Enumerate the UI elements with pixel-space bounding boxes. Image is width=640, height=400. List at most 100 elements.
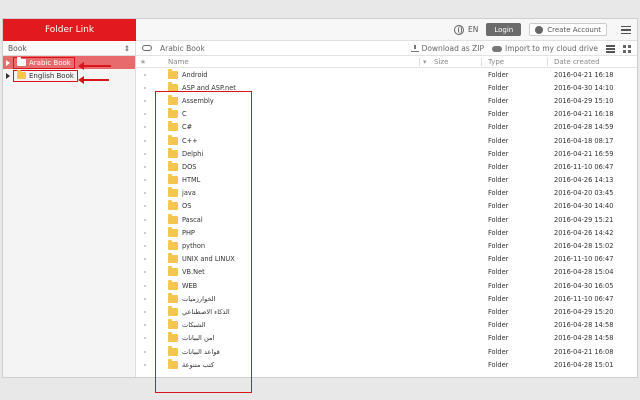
table-row[interactable]: VB.Net Folder 2016-04-28 15:04 (136, 266, 637, 279)
table-row[interactable]: الشبكات Folder 2016-04-28 14:58 (136, 319, 637, 332)
star-dot-icon[interactable] (144, 337, 146, 340)
table-row[interactable]: Delphi Folder 2016-04-21 16:59 (136, 147, 637, 160)
sort-arrow-icon[interactable]: ▾ (423, 58, 427, 66)
star-dot-icon[interactable] (144, 284, 146, 287)
star-dot-icon[interactable] (144, 297, 146, 300)
table-row[interactable]: C++ Folder 2016-04-18 08:17 (136, 134, 637, 147)
table-row[interactable]: الذكاء الاصطناعي Folder 2016-04-29 15:20 (136, 305, 637, 318)
folder-icon (168, 358, 178, 369)
star-dot-icon[interactable] (144, 99, 146, 102)
table-row[interactable]: DOS Folder 2016-11-10 06:47 (136, 160, 637, 173)
star-dot-icon[interactable] (144, 324, 146, 327)
list-view-icon[interactable] (606, 44, 615, 53)
star-dot-icon[interactable] (144, 245, 146, 248)
sidebar-item-english-book[interactable]: English Book (3, 69, 135, 82)
sidebar-item-arabic-book[interactable]: Arabic Book (3, 56, 135, 69)
star-dot-icon[interactable] (144, 218, 146, 221)
table-row[interactable]: ASP and ASP.net Folder 2016-04-30 14:10 (136, 81, 637, 94)
download-label: Download as ZIP (421, 44, 484, 53)
sidebar-select[interactable]: Book ⇕ (3, 41, 135, 56)
app-window: Folder Link EN Login Create Account Book… (0, 0, 640, 400)
table-row[interactable]: Android Folder 2016-04-21 16:18 (136, 68, 637, 81)
expand-arrow-icon[interactable] (6, 59, 10, 66)
language-label: EN (468, 25, 479, 34)
star-dot-icon[interactable] (144, 363, 146, 366)
folder-icon (168, 266, 178, 277)
table-row[interactable]: الخوارزميات Folder 2016-11-10 06:47 (136, 292, 637, 305)
star-dot-icon[interactable] (144, 192, 146, 195)
star-dot-icon[interactable] (144, 310, 146, 313)
file-name: Android (182, 70, 208, 79)
table-row[interactable]: كتب متنوعة Folder 2016-04-28 15:01 (136, 358, 637, 371)
language-switcher[interactable]: EN (454, 24, 479, 35)
table-header: ★ Name ▾ Size Type Date created (136, 56, 637, 68)
annotation-arrow (78, 62, 111, 70)
name-column-header[interactable]: Name (168, 58, 189, 66)
star-dot-icon[interactable] (144, 165, 146, 168)
annotation-arrow (78, 76, 109, 84)
star-dot-icon[interactable] (144, 113, 146, 116)
table-row[interactable]: PHP Folder 2016-04-26 14:42 (136, 226, 637, 239)
import-cloud-button[interactable]: Import to my cloud drive (492, 44, 598, 53)
table-row[interactable]: HTML Folder 2016-04-26 14:13 (136, 174, 637, 187)
create-account-label: Create Account (547, 25, 601, 34)
size-column-header[interactable]: Size (434, 58, 448, 66)
file-name: كتب متنوعة (182, 360, 215, 369)
date-column-header[interactable]: Date created (554, 58, 600, 66)
star-dot-icon[interactable] (144, 350, 146, 353)
table-row[interactable]: Assembly Folder 2016-04-29 15:10 (136, 94, 637, 107)
type-column-header[interactable]: Type (488, 58, 504, 66)
file-name: الذكاء الاصطناعي (182, 307, 230, 316)
folder-open-icon (17, 57, 26, 66)
file-date: 2016-04-28 14:58 (554, 321, 614, 330)
star-dot-icon[interactable] (144, 271, 146, 274)
folder-icon (168, 226, 178, 237)
table-row[interactable]: python Folder 2016-04-28 15:02 (136, 239, 637, 252)
star-dot-icon[interactable] (144, 205, 146, 208)
table-row[interactable]: C# Folder 2016-04-28 14:59 (136, 121, 637, 134)
star-dot-icon[interactable] (144, 152, 146, 155)
grid-view-icon[interactable] (623, 44, 631, 53)
file-date: 2016-04-26 14:42 (554, 228, 614, 237)
login-button[interactable]: Login (486, 23, 522, 36)
table-row[interactable]: امن البيانات Folder 2016-04-28 14:58 (136, 332, 637, 345)
sidebar-item-label: English Book (29, 71, 74, 80)
file-name: HTML (182, 176, 201, 185)
breadcrumb[interactable]: Arabic Book (160, 44, 205, 53)
star-dot-icon[interactable] (144, 126, 146, 129)
file-name: DOS (182, 162, 197, 171)
file-date: 2016-04-28 15:04 (554, 268, 614, 277)
expand-arrow-icon[interactable] (6, 72, 10, 79)
table-row[interactable]: Pascal Folder 2016-04-29 15:21 (136, 213, 637, 226)
download-zip-button[interactable]: Download as ZIP (410, 44, 484, 53)
folder-icon (168, 81, 178, 92)
file-date: 2016-11-10 06:47 (554, 294, 614, 303)
create-account-button[interactable]: Create Account (529, 23, 607, 36)
star-dot-icon[interactable] (144, 231, 146, 234)
folder-icon (168, 108, 178, 119)
path-bar: Arabic Book Download as ZIP Import to my… (136, 41, 637, 56)
table-row[interactable]: OS Folder 2016-04-30 14:40 (136, 200, 637, 213)
table-row[interactable]: UNIX and LINUX Folder 2016-11-10 06:47 (136, 253, 637, 266)
user-icon (535, 25, 544, 34)
folder-icon (168, 279, 178, 290)
table-row[interactable]: java Folder 2016-04-20 03:45 (136, 187, 637, 200)
star-column-header[interactable]: ★ (136, 58, 150, 66)
file-date: 2016-04-28 15:02 (554, 242, 614, 251)
file-date: 2016-04-29 15:10 (554, 96, 614, 105)
folder-icon (168, 345, 178, 356)
table-row[interactable]: قواعد البيانات Folder 2016-04-21 16:08 (136, 345, 637, 358)
folder-link-page: Folder Link EN Login Create Account Book… (2, 18, 638, 393)
star-dot-icon[interactable] (144, 139, 146, 142)
star-dot-icon[interactable] (144, 258, 146, 261)
hamburger-menu-icon[interactable] (621, 25, 631, 34)
star-dot-icon[interactable] (144, 86, 146, 89)
table-row[interactable]: WEB Folder 2016-04-30 16:05 (136, 279, 637, 292)
folder-icon (168, 200, 178, 211)
star-dot-icon[interactable] (144, 179, 146, 182)
folder-icon (168, 240, 178, 251)
file-name: C++ (182, 136, 198, 145)
import-label: Import to my cloud drive (505, 44, 598, 53)
star-dot-icon[interactable] (144, 73, 146, 76)
table-row[interactable]: C Folder 2016-04-21 16:18 (136, 108, 637, 121)
